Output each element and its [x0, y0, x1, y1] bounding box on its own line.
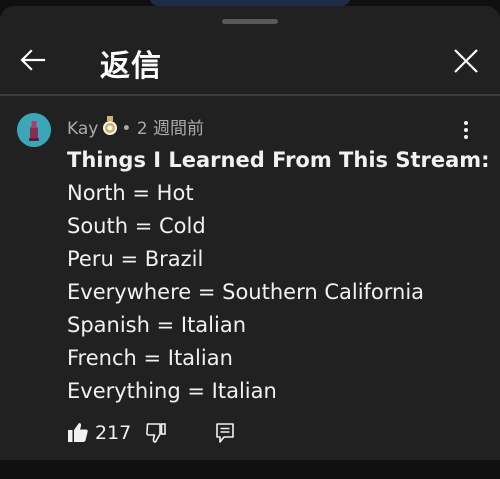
avatar[interactable]	[17, 113, 51, 147]
comment-line: Spanish = Italian	[67, 313, 247, 337]
drag-handle[interactable]	[222, 19, 278, 24]
comment-line: North = Hot	[67, 181, 194, 205]
back-button[interactable]	[18, 45, 48, 75]
comment-line: South = Cold	[67, 214, 206, 238]
thumb-down-icon	[146, 423, 166, 443]
more-vert-icon	[464, 121, 468, 139]
reply-button[interactable]	[215, 422, 235, 444]
reply-icon	[216, 423, 234, 443]
comment-actions: 217	[67, 421, 467, 447]
comment-timestamp: 2 週間前	[136, 119, 204, 139]
comment-author[interactable]: Kay	[67, 119, 98, 139]
header-divider	[0, 94, 500, 96]
like-count: 217	[95, 422, 132, 444]
page-title: 返信	[100, 49, 162, 84]
sheet-header: 返信	[0, 28, 500, 92]
like-button[interactable]	[67, 421, 89, 443]
member-badge-icon	[101, 116, 119, 141]
replies-sheet: 返信 Kay • 2 週間前 Things I Learned From Thi…	[0, 6, 500, 460]
comment-meta: Kay • 2 週間前	[67, 114, 204, 141]
bottom-bar	[0, 460, 500, 479]
thumb-up-icon	[68, 423, 88, 442]
comment-line: French = Italian	[67, 346, 233, 370]
more-options-button[interactable]	[456, 118, 476, 142]
close-button[interactable]	[451, 46, 481, 76]
comment-body: Things I Learned From This Stream: North…	[67, 144, 490, 408]
comment-line: Everything = Italian	[67, 379, 277, 403]
dislike-button[interactable]	[145, 422, 167, 444]
comment-line: Everywhere = Southern California	[67, 280, 425, 304]
meta-separator: •	[121, 119, 132, 139]
arrow-left-icon	[20, 49, 46, 71]
comment-line: Peru = Brazil	[67, 247, 204, 271]
close-icon	[454, 49, 478, 73]
comment-item: Kay • 2 週間前 Things I Learned From This St…	[0, 98, 500, 464]
comment-line: Things I Learned From This Stream:	[67, 148, 490, 172]
avatar-image-icon	[17, 113, 51, 147]
